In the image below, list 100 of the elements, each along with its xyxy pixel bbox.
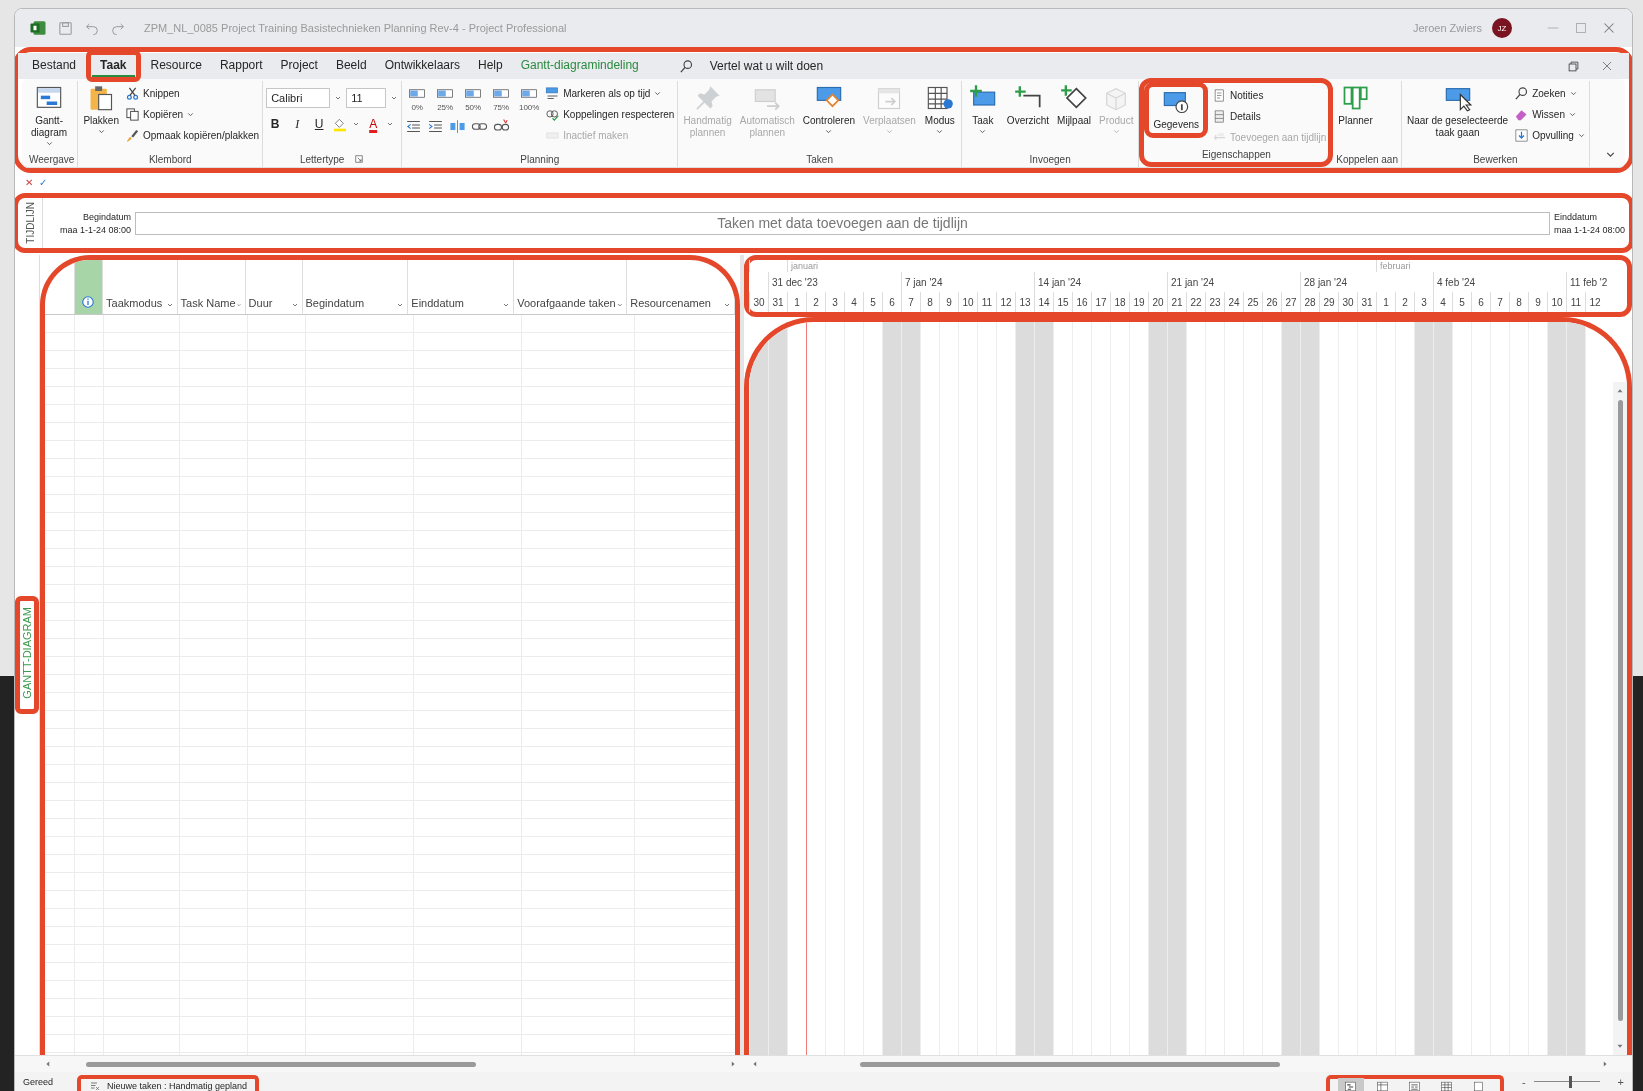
font-size-field[interactable]: 11	[346, 88, 387, 108]
column-header[interactable]: Begindatum	[305, 297, 365, 309]
day-label: 12	[1589, 296, 1601, 308]
split-task-icon[interactable]	[449, 118, 467, 135]
menu-tab[interactable]: Beeld	[327, 55, 375, 77]
font-name-field[interactable]: Calibri	[266, 88, 331, 108]
restore-icon[interactable]	[1566, 58, 1581, 74]
column-header[interactable]: Resourcenamen	[630, 297, 711, 309]
week-label: 7 jan '24	[905, 276, 943, 288]
zoom-in-button[interactable]: +	[1617, 1076, 1624, 1088]
ribbon-button[interactable]: Overzicht	[1004, 84, 1052, 127]
progress-button[interactable]: 0%	[405, 86, 430, 112]
ribbon-button[interactable]: Wissen	[1514, 105, 1586, 123]
ribbon-button[interactable]: Naar de geselecteerde taak gaan	[1405, 84, 1511, 139]
zoom-thumb[interactable]	[1568, 1076, 1572, 1088]
ribbon-button[interactable]: Gegevens	[1151, 88, 1202, 131]
confirm-entry-button[interactable]: ✓	[39, 176, 47, 188]
ribbon-button[interactable]: Zoeken	[1514, 84, 1586, 102]
window-title: ZPM_NL_0085 Project Training Basistechnieken Planning Rev-4 - Project Professional	[144, 22, 567, 34]
progress-button[interactable]: 50%	[461, 86, 486, 112]
ribbon-button[interactable]: Opmaak kopiëren/plakken	[125, 126, 260, 144]
ribbon-button[interactable]: Modus	[921, 84, 958, 139]
progress-button[interactable]: 100%	[517, 86, 542, 112]
caret-icon[interactable]	[723, 301, 731, 309]
day-label: 25	[1247, 296, 1259, 308]
paint-bucket-icon[interactable]	[332, 116, 349, 132]
day-label: 30	[753, 296, 765, 308]
italic-button[interactable]: I	[288, 116, 307, 132]
caret-icon[interactable]	[502, 301, 511, 309]
day-label: 11	[981, 296, 993, 308]
ribbon-button[interactable]: Markeren als op tijd	[545, 84, 675, 102]
day-label: 21	[1171, 296, 1183, 308]
indicator-header[interactable]	[74, 260, 104, 314]
menu-tab[interactable]: Gantt-diagramindeling	[512, 55, 647, 77]
ribbon-button[interactable]: Taak	[964, 84, 1001, 139]
day-label: 1	[794, 296, 800, 308]
underline-button[interactable]: U	[310, 117, 329, 131]
gantt-view-icon	[1344, 1079, 1358, 1091]
day-label: 7	[908, 296, 914, 308]
menu-tab[interactable]: Rapport	[211, 55, 271, 77]
search-icon	[678, 58, 694, 74]
day-label: 14	[1038, 296, 1050, 308]
indent-icon[interactable]	[427, 118, 445, 135]
vertical-scrollbar[interactable]	[1613, 382, 1627, 1055]
menu-tab[interactable]: Ontwikkelaars	[376, 55, 468, 77]
tell-me-field[interactable]: Vertel wat u wilt doen	[709, 59, 824, 73]
column-header[interactable]: Einddatum	[411, 297, 464, 309]
app-icon[interactable]	[29, 19, 47, 37]
menu-tab[interactable]: Help	[470, 55, 511, 77]
ribbon-button[interactable]: Planner	[1336, 84, 1375, 127]
task-mode-icon[interactable]	[89, 1080, 102, 1091]
ribbon-button[interactable]: Knippen	[125, 84, 260, 102]
save-icon[interactable]	[57, 19, 74, 37]
day-label: 26	[1266, 296, 1278, 308]
ribbon-button[interactable]: Kopiëren	[125, 105, 260, 123]
view-button[interactable]	[1337, 1078, 1364, 1091]
day-label: 5	[870, 296, 876, 308]
new-tasks-mode[interactable]: Nieuwe taken : Handmatig gepland	[107, 1081, 248, 1091]
caret-icon[interactable]	[334, 94, 343, 102]
caret-icon	[884, 127, 894, 136]
ribbon-button[interactable]: Koppelingen respecteren	[545, 105, 675, 123]
caret-icon[interactable]	[290, 301, 299, 309]
zoom-out-button[interactable]: -	[1521, 1076, 1526, 1088]
ribbon-button[interactable]: Gantt- diagram	[29, 84, 70, 151]
paintbrush-icon	[125, 127, 140, 143]
day-label: 10	[1551, 296, 1563, 308]
caret-icon[interactable]	[165, 301, 174, 309]
day-label: 31	[772, 296, 784, 308]
caret-icon[interactable]	[352, 120, 361, 128]
progress-button[interactable]: 25%	[433, 86, 458, 112]
ribbon-button[interactable]: Notities	[1212, 86, 1327, 104]
caret-icon[interactable]	[386, 120, 395, 128]
ribbon-button[interactable]: Mijlpaal	[1055, 84, 1093, 127]
caret-icon	[978, 127, 988, 136]
column-header[interactable]: Task Name	[180, 297, 236, 309]
timeline-bar[interactable]: Taken met data toevoegen aan de tijdlijn	[135, 211, 1550, 235]
ribbon-button[interactable]: Opvulling	[1514, 126, 1586, 144]
caret-icon[interactable]	[390, 94, 399, 102]
column-header[interactable]: Taakmodus	[106, 297, 163, 309]
caret-icon[interactable]	[396, 301, 405, 309]
column-header[interactable]: Duur	[248, 297, 273, 309]
cancel-entry-button[interactable]: ✕	[25, 176, 33, 188]
ribbon-button[interactable]: Plakken	[81, 84, 121, 139]
ribbon-button[interactable]: Controleren	[800, 84, 858, 139]
menu-tab[interactable]: Bestand	[24, 55, 85, 77]
dialog-launcher-icon[interactable]	[354, 154, 365, 164]
progress-button[interactable]: 75%	[489, 86, 514, 112]
column-header[interactable]: Voorafgaande taken	[517, 297, 616, 309]
day-label: 28	[1304, 296, 1316, 308]
task-bar-icon	[545, 85, 561, 101]
menu-tab[interactable]: Taak	[92, 55, 135, 77]
outdent-icon[interactable]	[405, 118, 423, 135]
caret-icon[interactable]	[615, 301, 624, 309]
user-avatar[interactable]: JZ	[1492, 18, 1512, 38]
bold-button[interactable]: B	[266, 117, 285, 131]
day-label: 31	[1361, 296, 1373, 308]
menu-tab[interactable]: Resource	[142, 55, 210, 77]
font-color-button[interactable]: A	[364, 117, 383, 131]
menu-tab[interactable]: Project	[272, 55, 326, 77]
ribbon-button[interactable]: Details	[1212, 107, 1327, 125]
